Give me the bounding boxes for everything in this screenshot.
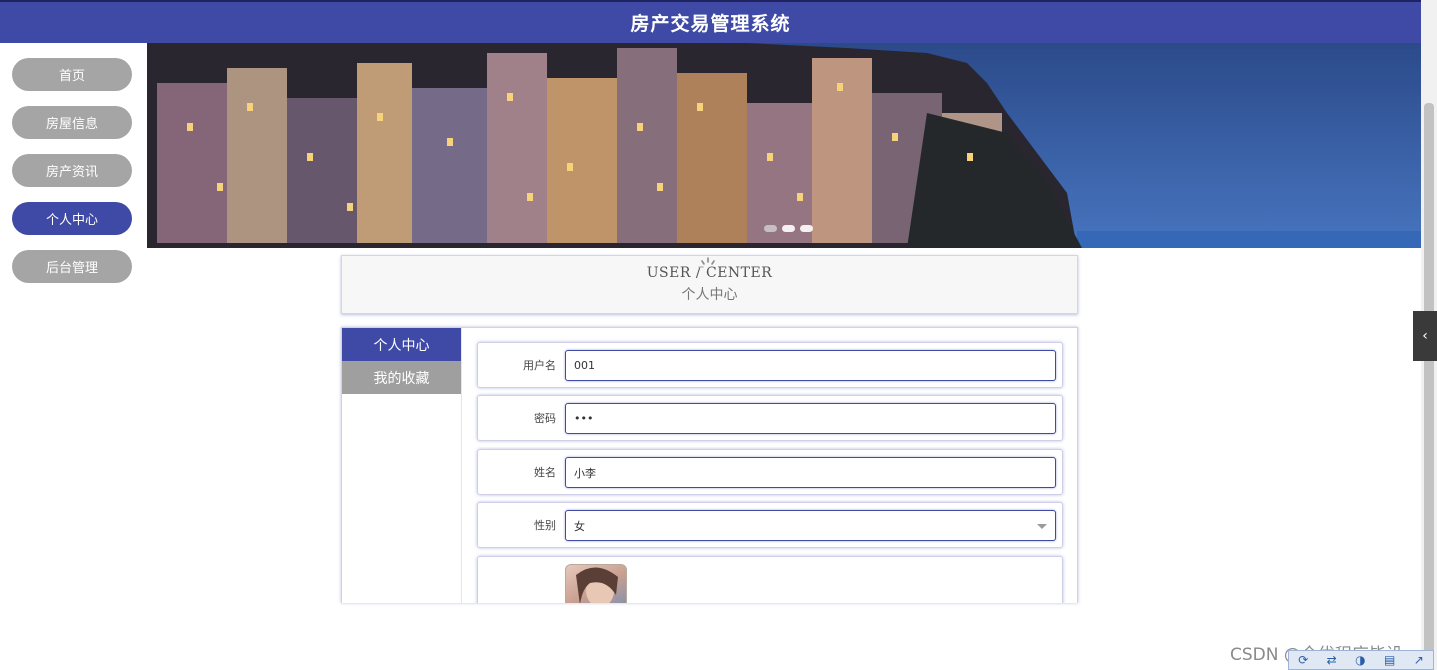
gender-select-value: 女 [574, 519, 585, 533]
nav-house-info-button[interactable]: 房屋信息 [12, 106, 132, 139]
top-header: 房产交易管理系统 [0, 0, 1421, 43]
name-input[interactable]: 小李 [565, 457, 1056, 488]
username-input[interactable]: 001 [565, 350, 1056, 381]
section-title-chinese: 个人中心 [681, 287, 738, 303]
name-label: 姓名 [534, 466, 556, 479]
password-label: 密码 [534, 412, 556, 425]
panel-sidebar: 个人中心 我的收藏 [342, 328, 462, 603]
gender-label: 性别 [534, 519, 556, 532]
avatar-image [576, 567, 618, 603]
form-row-gender: 性别 女 [477, 502, 1063, 548]
form-row-password: 密码 ••• [477, 395, 1063, 441]
scrollbar-thumb[interactable] [1424, 103, 1434, 670]
nav-news-button[interactable]: 房产资讯 [12, 154, 132, 187]
tab-my-favorites[interactable]: 我的收藏 [342, 361, 461, 394]
carousel-dots [764, 225, 813, 232]
banner-carousel[interactable] [147, 43, 1421, 248]
loading-spinner-icon [698, 257, 715, 268]
page: 房产交易管理系统 首页 房屋信息 房产资讯 个人中心 后台管理 USER / C… [0, 0, 1437, 670]
avatar[interactable] [565, 564, 627, 603]
form-row-name: 姓名 小李 [477, 449, 1063, 495]
carousel-dot[interactable] [764, 225, 777, 232]
input-method-tray[interactable]: ⟳ ⇄ ◑ ▤ ↗ [1288, 650, 1434, 670]
user-center-panel: 个人中心 我的收藏 用户名 001 密码 ••• 姓名 小李 性别 女 [341, 327, 1078, 603]
carousel-dot[interactable] [782, 225, 795, 232]
form-row-username: 用户名 001 [477, 342, 1063, 388]
form-row-avatar [477, 556, 1063, 603]
tray-icon[interactable]: ◑ [1355, 653, 1365, 667]
nav-user-center-button[interactable]: 个人中心 [12, 202, 132, 235]
tray-icon[interactable]: ⟳ [1298, 653, 1308, 667]
tray-icon[interactable]: ↗ [1414, 653, 1424, 667]
chevron-left-icon[interactable]: ‹ [1413, 311, 1437, 361]
left-nav: 首页 房屋信息 房产资讯 个人中心 后台管理 [12, 58, 132, 298]
carousel-dot[interactable] [800, 225, 813, 232]
tab-user-center[interactable]: 个人中心 [342, 328, 461, 361]
nav-home-button[interactable]: 首页 [12, 58, 132, 91]
tray-icon[interactable]: ⇄ [1327, 653, 1337, 667]
nav-admin-button[interactable]: 后台管理 [12, 250, 132, 283]
tray-icon[interactable]: ▤ [1384, 653, 1395, 667]
password-input[interactable]: ••• [565, 403, 1056, 434]
banner-image [147, 43, 1421, 248]
chevron-down-icon [1037, 524, 1047, 529]
gender-select[interactable]: 女 [565, 510, 1056, 541]
username-label: 用户名 [523, 359, 556, 372]
site-title: 房产交易管理系统 [630, 13, 791, 35]
